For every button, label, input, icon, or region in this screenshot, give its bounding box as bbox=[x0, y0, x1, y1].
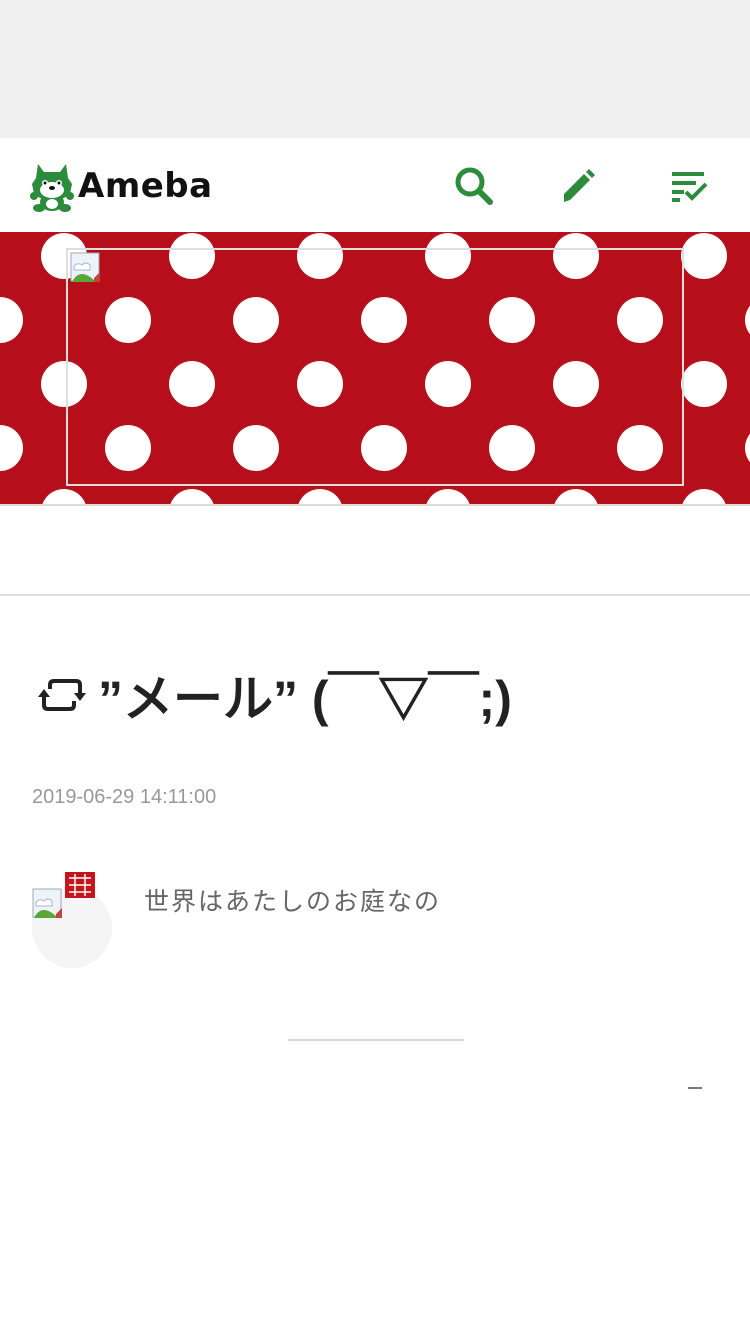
app-header: Ameba bbox=[0, 138, 750, 232]
status-bar bbox=[0, 0, 750, 138]
official-badge-icon bbox=[65, 872, 95, 898]
section-divider bbox=[0, 594, 750, 596]
pencil-icon[interactable] bbox=[556, 164, 600, 208]
ameba-mascot-icon bbox=[30, 164, 74, 212]
reblog-icon bbox=[38, 679, 86, 711]
author-description: 世界はあたしのお庭なの bbox=[144, 887, 442, 916]
dash-mark bbox=[688, 1087, 702, 1089]
search-icon[interactable] bbox=[452, 164, 496, 208]
broken-image-icon bbox=[32, 888, 62, 918]
header-image-frame bbox=[66, 248, 684, 486]
checklist-icon[interactable] bbox=[668, 164, 712, 208]
post-date: 2019-06-29 14:11:00 bbox=[32, 786, 217, 808]
logo-text: Ameba bbox=[78, 166, 213, 206]
blog-header-banner bbox=[0, 232, 750, 504]
content-divider bbox=[288, 1039, 464, 1041]
ameba-logo[interactable]: Ameba bbox=[30, 158, 213, 214]
banner-divider bbox=[0, 504, 750, 506]
article-title-row: ”メール” (￣▽￣;) bbox=[38, 660, 512, 730]
broken-image-icon bbox=[70, 252, 100, 282]
article-title: ”メール” (￣▽￣;) bbox=[98, 671, 512, 727]
